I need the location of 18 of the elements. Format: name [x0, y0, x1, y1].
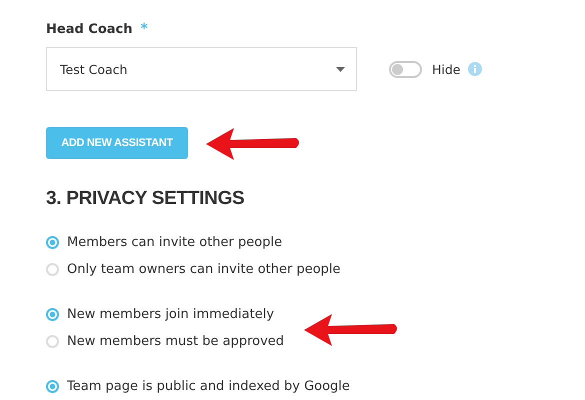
- field-label: Head Coach: [46, 22, 133, 36]
- option-label: New members join immediately: [67, 307, 274, 322]
- option-label: Team page is public and indexed by Google: [67, 379, 350, 394]
- info-icon[interactable]: [468, 62, 482, 76]
- radio-button[interactable]: [46, 263, 59, 276]
- hide-label: Hide: [432, 62, 460, 76]
- required-mark: *: [140, 21, 148, 37]
- hide-toggle[interactable]: [389, 60, 422, 78]
- radio-button[interactable]: [46, 236, 59, 249]
- section-heading: 3. PRIVACY SETTINGS: [46, 187, 246, 211]
- option-label: Members can invite other people: [67, 235, 282, 250]
- head-coach-select[interactable]: Test Coach: [46, 47, 357, 91]
- radio-button[interactable]: [46, 335, 59, 348]
- option-label: Only team owners can invite other people: [67, 262, 341, 277]
- radio-button[interactable]: [46, 308, 59, 321]
- caret-icon: [336, 66, 345, 72]
- radio-button[interactable]: [46, 380, 59, 393]
- option-label: New members must be approved: [67, 334, 284, 349]
